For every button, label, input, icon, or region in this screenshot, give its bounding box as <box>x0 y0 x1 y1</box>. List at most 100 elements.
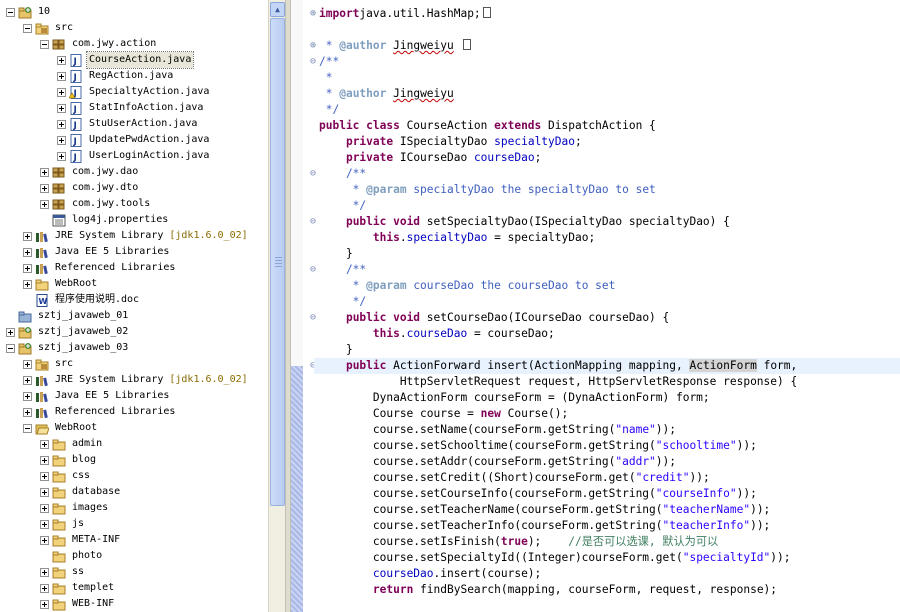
tree-item[interactable]: sztj_javaweb_01 <box>6 308 130 324</box>
expand-icon[interactable] <box>40 439 49 449</box>
expand-icon[interactable] <box>40 199 49 209</box>
code-area[interactable]: importjava.util.HashMap; * @author Jingw… <box>314 0 900 612</box>
tree-item[interactable]: src <box>23 20 75 36</box>
tree-item[interactable]: sztj_javaweb_03 <box>6 340 130 356</box>
expand-icon[interactable] <box>23 359 32 369</box>
tree-item[interactable]: photo <box>40 548 104 564</box>
code-line[interactable]: course.setName(courseForm.getString("nam… <box>319 422 676 438</box>
tree-item[interactable]: WebRoot <box>23 420 99 436</box>
tree-item[interactable]: J CourseAction.java <box>57 51 195 69</box>
code-line[interactable]: course.setSpecialtyId((Integer)courseFor… <box>319 550 791 566</box>
code-line[interactable]: public void setCourseDao(ICourseDao cour… <box>319 310 669 326</box>
code-line[interactable]: /** <box>319 166 366 182</box>
tree-item[interactable]: W 程序使用说明.doc <box>23 292 141 308</box>
code-line[interactable]: this.courseDao = courseDao; <box>319 326 555 342</box>
tree-item[interactable]: JRE System Library [jdk1.6.0_02] <box>23 228 248 244</box>
expand-icon[interactable] <box>23 391 32 401</box>
tree-item[interactable]: sztj_javaweb_02 <box>6 324 130 340</box>
expand-icon[interactable] <box>40 487 49 497</box>
expand-icon[interactable] <box>40 503 49 513</box>
code-line[interactable]: return findBySearch(mapping, courseForm,… <box>319 582 777 598</box>
scroll-up-arrow-icon[interactable]: ▲ <box>270 2 285 17</box>
tree-item[interactable]: src <box>23 356 75 372</box>
expand-icon[interactable] <box>57 119 66 129</box>
folded-region-icon[interactable] <box>462 39 471 50</box>
expand-icon[interactable] <box>57 87 66 97</box>
code-line[interactable]: course.setTeacherInfo(courseForm.getStri… <box>319 518 770 534</box>
tree-item[interactable]: com.jwy.action <box>40 36 158 52</box>
expand-icon[interactable] <box>6 327 15 337</box>
expand-icon[interactable] <box>23 263 32 273</box>
tree-item[interactable]: J SpecialtyAction.java <box>57 84 211 100</box>
collapse-icon[interactable] <box>6 343 15 353</box>
tree-item[interactable]: com.jwy.dto <box>40 180 140 196</box>
expand-icon[interactable] <box>57 55 66 65</box>
tree-item[interactable]: templet <box>40 580 116 596</box>
tree-item[interactable]: admin <box>40 436 104 452</box>
collapse-icon[interactable] <box>23 423 32 433</box>
code-line[interactable]: } <box>319 246 353 262</box>
code-line[interactable]: importjava.util.HashMap; <box>319 6 491 22</box>
code-line[interactable]: /** <box>319 262 366 278</box>
expand-icon[interactable] <box>57 71 66 81</box>
code-line[interactable]: private ICourseDao courseDao; <box>319 150 541 166</box>
expand-icon[interactable] <box>23 375 32 385</box>
code-line[interactable]: course.setCourseInfo(courseForm.getStrin… <box>319 486 757 502</box>
expand-icon[interactable] <box>40 583 49 593</box>
expand-icon[interactable] <box>23 279 32 289</box>
code-line[interactable]: public void setSpecialtyDao(ISpecialtyDa… <box>319 214 730 230</box>
collapse-icon[interactable] <box>40 39 49 49</box>
code-line[interactable]: private ISpecialtyDao specialtyDao; <box>319 134 582 150</box>
expand-icon[interactable] <box>40 519 49 529</box>
code-line[interactable]: * @author Jingweiyu <box>319 38 471 54</box>
code-line[interactable]: Course course = new Course(); <box>319 406 568 422</box>
expand-icon[interactable] <box>57 151 66 161</box>
code-line[interactable]: courseDao.insert(course); <box>319 566 541 582</box>
tree-item[interactable]: J UserLoginAction.java <box>57 148 211 164</box>
tree-item[interactable]: js <box>40 516 86 532</box>
expand-icon[interactable] <box>40 567 49 577</box>
code-line[interactable]: public ActionForward insert(ActionMappin… <box>314 358 900 374</box>
tree-item[interactable]: images <box>40 500 110 516</box>
package-explorer[interactable]: 10 src com.jwy.action J CourseAction.java J Re… <box>0 0 268 612</box>
tree-item[interactable]: log4j.properties <box>40 212 170 228</box>
code-line[interactable]: */ <box>319 294 366 310</box>
expand-icon[interactable] <box>40 183 49 193</box>
expand-icon[interactable] <box>23 231 32 241</box>
collapse-icon[interactable] <box>6 7 15 17</box>
tree-item[interactable]: com.jwy.dao <box>40 164 140 180</box>
tree-item[interactable]: 10 <box>6 4 52 20</box>
tree-item[interactable]: J StuUserAction.java <box>57 116 199 132</box>
tree-item[interactable]: META-INF <box>40 532 122 548</box>
code-line[interactable]: course.setAddr(courseForm.getString("add… <box>319 454 676 470</box>
tree-item[interactable]: css <box>40 468 92 484</box>
tree-item[interactable]: J StatInfoAction.java <box>57 100 205 116</box>
code-line[interactable]: HttpServletRequest request, HttpServletR… <box>319 374 797 390</box>
tree-item[interactable]: com.jwy.tools <box>40 196 152 212</box>
tree-item[interactable]: JRE System Library [jdk1.6.0_02] <box>23 372 248 388</box>
expand-icon[interactable] <box>40 599 49 609</box>
code-line[interactable]: * <box>319 70 333 86</box>
tree-item[interactable]: WEB-INF <box>40 596 116 612</box>
code-line[interactable]: * @param courseDao the courseDao to set <box>319 278 616 294</box>
code-line[interactable]: /** <box>319 54 339 70</box>
code-line[interactable]: DynaActionForm courseForm = (DynaActionF… <box>319 390 710 406</box>
code-line[interactable]: course.setIsFinish(true); //是否可以选课, 默认为可… <box>319 534 718 550</box>
folded-region-icon[interactable] <box>482 7 491 18</box>
tree-item[interactable]: ss <box>40 564 86 580</box>
tree-item[interactable]: J RegAction.java <box>57 68 175 84</box>
collapse-icon[interactable] <box>23 23 32 33</box>
code-line[interactable]: public class CourseAction extends Dispat… <box>319 118 656 134</box>
code-line[interactable]: } <box>319 342 353 358</box>
code-line[interactable]: course.setTeacherName(courseForm.getStri… <box>319 502 770 518</box>
code-line[interactable]: * @param specialtyDao the specialtyDao t… <box>319 182 656 198</box>
code-line[interactable]: course.setCredit((Short)courseForm.get("… <box>319 470 710 486</box>
tree-item[interactable]: Referenced Libraries <box>23 404 177 420</box>
tree-item[interactable]: J UpdatePwdAction.java <box>57 132 211 148</box>
expand-icon[interactable] <box>57 135 66 145</box>
expand-icon[interactable] <box>23 247 32 257</box>
explorer-scrollbar[interactable]: ▲ <box>268 0 285 612</box>
expand-icon[interactable] <box>40 471 49 481</box>
tree-item[interactable]: Java EE 5 Libraries <box>23 388 171 404</box>
expand-icon[interactable] <box>57 103 66 113</box>
